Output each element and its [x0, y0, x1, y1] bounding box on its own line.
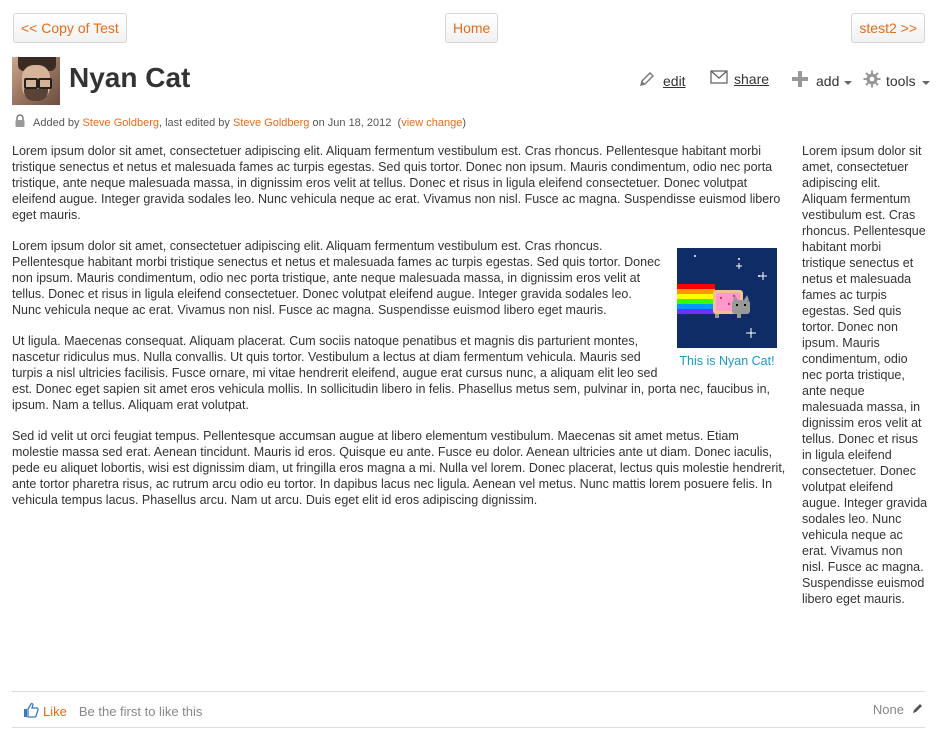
tools-menu-button[interactable]: tools: [863, 70, 930, 91]
pencil-icon: [638, 70, 656, 91]
figure-caption: This is Nyan Cat!: [679, 354, 775, 368]
labels-value: None: [872, 702, 904, 717]
edit-button[interactable]: edit: [638, 70, 686, 91]
sidebar-text: Lorem ipsum dolor sit amet, consectetuer…: [802, 144, 928, 606]
thumbs-up-icon[interactable]: [23, 702, 39, 721]
add-label: add: [816, 72, 840, 89]
nyan-cat-image[interactable]: [677, 248, 777, 348]
prev-page-button[interactable]: << Copy of Test: [13, 13, 127, 43]
page-content: Lorem ipsum dolor sit amet, consectetuer…: [12, 143, 787, 523]
edit-label: edit: [663, 72, 686, 89]
tools-label: tools: [886, 72, 916, 89]
pencil-icon[interactable]: [912, 702, 924, 717]
chevron-down-icon: [844, 73, 853, 89]
edit-date: on Jun 18, 2012: [312, 116, 392, 129]
author-link[interactable]: Steve Goldberg: [83, 117, 159, 129]
share-button[interactable]: share: [710, 70, 769, 87]
chevron-down-icon: [921, 73, 930, 89]
page-title: Nyan Cat: [69, 62, 191, 93]
gear-icon: [863, 70, 881, 91]
edited-by-text: , last edited by: [158, 116, 230, 129]
plus-icon: [791, 70, 809, 91]
lock-icon[interactable]: [13, 114, 27, 131]
envelope-icon: [710, 70, 728, 87]
view-change-link[interactable]: view change: [401, 117, 462, 129]
nyan-cat-figure: This is Nyan Cat!: [667, 248, 787, 369]
editor-link[interactable]: Steve Goldberg: [233, 117, 309, 129]
add-menu-button[interactable]: add: [791, 70, 853, 91]
page-metadata: Added by Steve Goldberg, last edited by …: [13, 114, 466, 131]
divider: [12, 691, 925, 692]
like-button[interactable]: Like: [43, 704, 67, 719]
home-button[interactable]: Home: [445, 13, 499, 43]
content-paragraph: Lorem ipsum dolor sit amet, consectetuer…: [12, 144, 781, 222]
added-by-text: Added by: [33, 116, 80, 129]
like-status: Be the first to like this: [78, 704, 203, 719]
avatar[interactable]: [12, 57, 60, 105]
share-label: share: [734, 70, 770, 87]
content-paragraph: Sed id velit ut orci feugiat tempus. Pel…: [12, 429, 786, 507]
like-bar: Like Be the first to like this: [23, 702, 202, 721]
labels-area: None: [873, 702, 924, 717]
divider: [12, 727, 925, 728]
next-page-button[interactable]: stest2 >>: [851, 13, 925, 43]
